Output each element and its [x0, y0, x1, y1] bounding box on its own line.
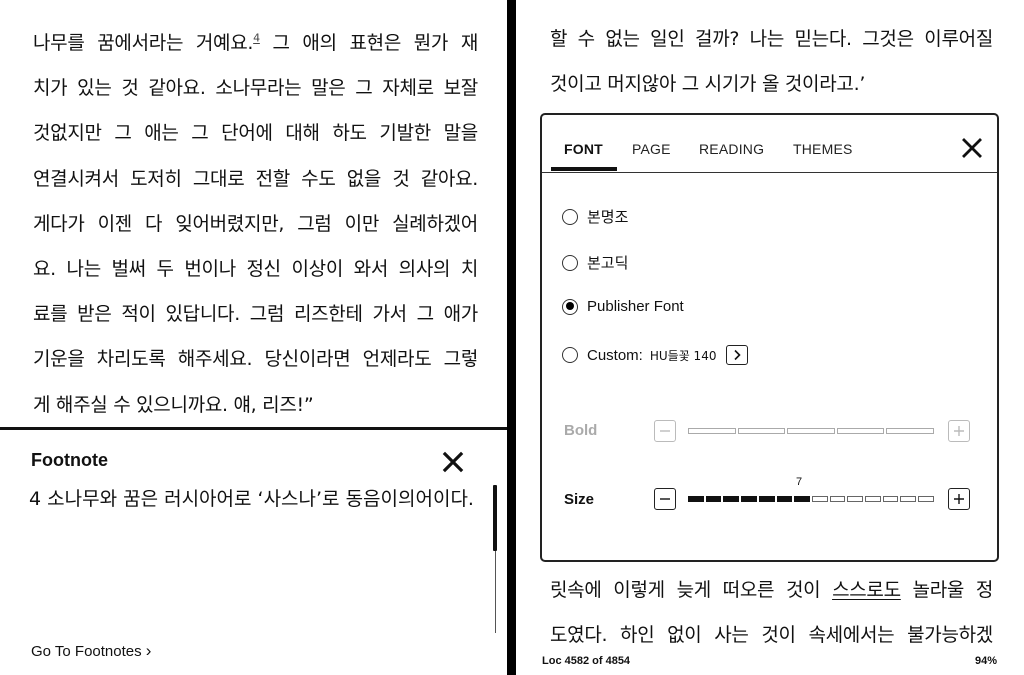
close-icon — [962, 138, 982, 158]
size-label: Size — [564, 491, 595, 508]
footnote-reference-link[interactable]: 4 — [253, 32, 260, 45]
book-line: 기운을 차리도록 해주세요. 당신이라면 언제라도 그렇 — [33, 348, 478, 371]
font-option-custom[interactable]: Custom: HU들꽃 140 — [562, 345, 749, 365]
bold-level-segment-empty — [787, 428, 835, 434]
bold-increase-button — [948, 420, 970, 442]
bold-label: Bold — [564, 422, 598, 439]
bold-level-segment-empty — [886, 428, 934, 434]
radio-button[interactable] — [562, 254, 578, 271]
footnote-title: Footnote — [31, 450, 108, 470]
plus-icon — [954, 426, 964, 436]
size-level-segment-empty[interactable] — [847, 496, 864, 502]
minus-icon — [660, 498, 670, 500]
size-level-segment-filled[interactable] — [741, 496, 757, 502]
close-icon — [442, 451, 464, 473]
book-line: 치가 있는 것 같아요. 소나무라는 말은 그 자체로 보잘 — [33, 77, 478, 100]
close-footnote-button[interactable] — [440, 449, 466, 475]
bold-decrease-button — [654, 420, 676, 442]
tab-themes[interactable]: THEMES — [793, 141, 853, 157]
display-settings-panel: FONT PAGE READING THEMES 본명조 본고딕 Publish… — [540, 113, 999, 562]
book-line: 릿속에 이렇게 늦게 떠오른 것이 스스로도 놀라울 정 — [550, 578, 993, 623]
size-level-segment-filled[interactable] — [723, 496, 740, 502]
go-to-footnotes-label: Go To Footnotes — [31, 643, 142, 660]
location-indicator[interactable]: Loc 4582 of 4854 — [542, 655, 630, 667]
chevron-right-icon: › — [145, 641, 152, 660]
size-level-bar[interactable] — [688, 496, 934, 502]
size-level-segment-filled[interactable] — [758, 496, 775, 502]
close-settings-button[interactable] — [961, 137, 983, 159]
book-line: 게다가 이젠 다 잊어버렸지만, 그럼 이만 실례하겠어 — [33, 212, 478, 235]
highlighted-text[interactable]: 스스로도 — [832, 579, 901, 601]
footnote-panel: Footnote 4 소나무와 꿈은 러시아어로 ‘사스나’로 동음이의어이다.… — [0, 427, 507, 675]
text-span: 그 애의 표현은 뭔가 재 — [259, 32, 479, 54]
size-level-segment-empty[interactable] — [865, 496, 881, 502]
book-line: 나무를 꿈에서라는 거예요.4 그 애의 표현은 뭔가 재 — [33, 31, 478, 76]
font-option-label: 본명조 — [587, 208, 629, 226]
footnote-scrollbar-thumb[interactable] — [493, 485, 497, 551]
size-level-segment-empty[interactable] — [900, 496, 917, 502]
book-line: 연결시켜서 도저히 그대로 전할 수도 없을 것 같아요. — [33, 167, 478, 190]
size-level-segment-filled[interactable] — [794, 496, 810, 502]
page-divider — [507, 0, 516, 675]
plus-icon — [954, 494, 964, 504]
font-option-bonmyeongjo[interactable]: 본명조 — [562, 206, 628, 227]
minus-icon — [660, 430, 670, 432]
size-level-segment-empty[interactable] — [882, 496, 899, 502]
choose-custom-font-button[interactable] — [726, 345, 749, 365]
progress-percent: 94% — [974, 655, 997, 667]
settings-tabs: FONT PAGE READING THEMES — [542, 115, 997, 173]
size-level-segment-empty[interactable] — [918, 496, 934, 502]
bold-level-segment-empty — [836, 428, 885, 434]
tab-font[interactable]: FONT — [564, 141, 603, 157]
font-option-label: Publisher Font — [587, 298, 684, 315]
book-line: 료를 받은 적이 있답니다. 그럼 리즈한테 가서 그 애가 — [33, 303, 478, 326]
font-option-publisher-font[interactable]: Publisher Font — [562, 298, 684, 315]
chevron-right-icon — [734, 349, 742, 361]
font-option-bongothic[interactable]: 본고딕 — [562, 252, 628, 273]
text-span: 놀라울 정 — [900, 579, 994, 601]
book-line: 할 수 없는 일인 걸까? 나는 믿는다. 그것은 이루어질 — [550, 28, 993, 50]
bold-level-bar — [688, 428, 934, 434]
book-line: 것이고 머지않아 그 시기가 올 것이라고.’ — [550, 73, 866, 96]
font-option-label: 본고딕 — [587, 254, 629, 272]
size-level-segment-filled[interactable] — [776, 496, 793, 502]
footnote-body: 4 소나무와 꿈은 러시아어로 ‘사스나’로 동음이의어이다. — [29, 488, 474, 510]
go-to-footnotes-link[interactable]: Go To Footnotes › — [31, 641, 151, 661]
tab-reading[interactable]: READING — [699, 141, 764, 157]
active-tab-indicator — [551, 167, 617, 171]
text-span: 릿속에 이렇게 늦게 떠오른 것이 — [550, 579, 833, 601]
size-level-segment-empty[interactable] — [829, 496, 846, 502]
size-increase-button[interactable] — [948, 488, 970, 510]
radio-button-selected[interactable] — [562, 298, 578, 315]
size-level-segment-empty[interactable] — [811, 496, 828, 502]
font-option-label: Custom: — [587, 346, 643, 364]
size-level-segment-filled[interactable] — [688, 496, 704, 502]
tab-page[interactable]: PAGE — [632, 141, 671, 157]
book-line: 것없지만 그 애는 그 단어에 대해 하도 기발한 말을 — [33, 122, 478, 145]
left-page: 나무를 꿈에서라는 거예요.4 그 애의 표현은 뭔가 재 치가 있는 것 같아… — [0, 0, 507, 675]
text-span: 나무를 꿈에서라는 거예요. — [33, 32, 254, 54]
bold-level-segment-empty — [737, 428, 786, 434]
bold-level-segment-empty — [688, 428, 736, 434]
book-line: 요. 나는 벌써 두 번이나 정신 이상이 와서 의사의 치 — [33, 257, 478, 280]
book-text-right-top: 할 수 없는 일인 걸까? 나는 믿는다. 그것은 이루어질 것이고 머지않아 … — [550, 27, 993, 117]
size-level-segment-filled[interactable] — [705, 496, 722, 502]
radio-button[interactable] — [562, 208, 578, 225]
custom-font-name: HU들꽃 140 — [649, 348, 717, 363]
radio-button[interactable] — [562, 347, 578, 363]
book-text-left: 나무를 꿈에서라는 거예요.4 그 애의 표현은 뭔가 재 치가 있는 것 같아… — [33, 31, 478, 438]
size-value-label: 7 — [796, 476, 803, 488]
size-decrease-button[interactable] — [654, 488, 676, 510]
